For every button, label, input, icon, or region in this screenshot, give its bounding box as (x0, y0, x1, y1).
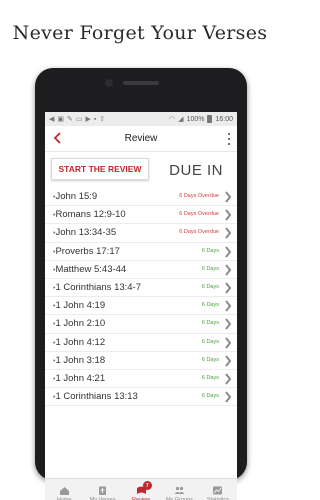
verse-row[interactable]: John 15:9 6 Days Overdue (45, 188, 237, 207)
start-review-button[interactable]: START THE REVIEW (51, 158, 149, 180)
nav-label: Home (56, 496, 72, 500)
notification-icon: ◀ (49, 115, 55, 123)
chevron-right-icon (225, 209, 232, 221)
chevron-right-icon (225, 245, 232, 258)
verse-reference: 1 John 3:18 (53, 355, 105, 366)
nav-label: My Verses (89, 496, 116, 500)
verse-due-status: 6 Days Overdue (179, 193, 219, 199)
verse-reference: Romans 12:9-10 (53, 209, 125, 220)
nav-item-my-groups[interactable]: My Groups (160, 479, 198, 500)
chevron-right-icon (225, 373, 232, 385)
home-icon (59, 486, 69, 495)
verse-row[interactable]: 1 Corinthians 13:13 6 Days (45, 388, 237, 407)
groups-icon (174, 486, 185, 494)
promo-title: Never Forget Your Verses (12, 22, 268, 44)
clock: 16:00 (215, 115, 233, 123)
play-icon: ▶ (85, 115, 91, 123)
verse-row[interactable]: 1 Corinthians 13:4-7 6 Days (45, 279, 237, 298)
chevron-right-icon (225, 264, 232, 276)
verse-row[interactable]: 1 John 4:21 6 Days (45, 370, 237, 389)
chevron-right-icon (225, 355, 232, 367)
verse-reference: Proverbs 17:17 (53, 246, 119, 257)
verse-due-status: 6 Days (201, 338, 219, 345)
image-icon: ▣ (57, 115, 65, 123)
nav-item-statistics[interactable]: Statistics (199, 479, 237, 500)
review-count-badge: 7 (142, 481, 152, 490)
chevron-right-icon (225, 391, 232, 403)
verse-reference: Matthew 5:43-44 (53, 264, 126, 275)
verse-due-status: 6 Days Overdue (179, 229, 219, 236)
app-bar: Review (45, 126, 237, 152)
verse-due-status: 6 Days (201, 302, 219, 309)
verse-row[interactable]: 1 John 2:10 6 Days (45, 315, 237, 334)
upload-icon: ⇧ (99, 115, 106, 123)
verse-row[interactable]: 1 John 3:18 6 Days (45, 352, 237, 370)
status-bar: ◀ ▣ ✎ ▭ ▶ ▪ ⇧ ◠ ◢ 100% 16:00 (45, 112, 237, 126)
camera (105, 79, 113, 87)
chart-icon (213, 486, 223, 494)
chevron-right-icon (225, 191, 232, 203)
verse-row[interactable]: Proverbs 17:17 6 Days (45, 243, 237, 261)
chevron-right-icon (225, 336, 232, 349)
message-icon: ▭ (75, 115, 83, 123)
due-in-header: DUE IN (169, 162, 223, 179)
nav-label: Review (131, 496, 151, 500)
verse-reference: 1 Corinthians 13:4-7 (53, 282, 141, 293)
verse-reference: 1 John 4:12 (53, 337, 105, 348)
chevron-right-icon (225, 227, 232, 239)
verse-reference: 1 Corinthians 13:13 (53, 391, 137, 402)
app-screen: ◀ ▣ ✎ ▭ ▶ ▪ ⇧ ◠ ◢ 100% 16:00 Review STAR… (45, 112, 237, 500)
battery-icon (207, 115, 213, 123)
nav-item-home[interactable]: Home (45, 479, 83, 500)
verse-row[interactable]: 1 John 4:12 6 Days (45, 334, 237, 352)
nav-item-review[interactable]: 7 Review (122, 479, 160, 500)
verse-list: John 15:9 6 Days Overdue Romans 12:9-10 6 D… (45, 188, 237, 407)
signal-icon: ◢ (178, 115, 184, 123)
chevron-right-icon (225, 300, 232, 312)
verse-reference: 1 John 4:21 (53, 373, 105, 384)
verse-due-status: 6 Days (201, 283, 219, 290)
verse-row[interactable]: Romans 12:9-10 6 Days Overdue (45, 206, 237, 225)
verse-reference: 1 John 2:10 (53, 318, 105, 329)
back-arrow-icon[interactable] (51, 131, 65, 145)
speaker (123, 81, 159, 85)
nav-item-my-verses[interactable]: My Verses (83, 479, 121, 500)
verse-due-status: 6 Days (201, 374, 219, 381)
nav-label: My Groups (165, 496, 193, 500)
overflow-menu-icon[interactable] (227, 133, 231, 145)
verse-row[interactable]: 1 John 4:19 6 Days (45, 297, 237, 316)
verse-due-status: 6 Days (201, 356, 219, 363)
phone-frame: ◀ ▣ ✎ ▭ ▶ ▪ ⇧ ◠ ◢ 100% 16:00 Review STAR… (35, 68, 247, 500)
chevron-right-icon (225, 282, 232, 294)
wifi-icon: ◠ (169, 115, 176, 123)
page-title: Review (124, 133, 158, 144)
bottom-navigation: Home My Verses 7 Review My Groups Statistics (45, 478, 237, 500)
verse-due-status: 6 Days Overdue (179, 211, 219, 218)
bible-icon (99, 486, 107, 495)
verse-reference: John 15:9 (53, 191, 97, 202)
verse-reference: 1 John 4:19 (53, 300, 105, 311)
wrench-icon: ✎ (67, 115, 73, 123)
verse-reference: John 13:34-35 (53, 227, 116, 238)
verse-due-status: 6 Days (201, 393, 219, 400)
chevron-right-icon (225, 318, 232, 330)
verse-row[interactable]: John 13:34-35 6 Days Overdue (45, 224, 237, 243)
review-header: START THE REVIEW DUE IN (45, 152, 237, 188)
verse-due-status: 6 Days (201, 265, 219, 272)
lock-icon: ▪ (93, 115, 97, 123)
nav-label: Statistics (206, 496, 229, 500)
verse-due-status: 6 Days (201, 247, 219, 254)
verse-due-status: 6 Days (201, 320, 219, 327)
verse-row[interactable]: Matthew 5:43-44 6 Days (45, 261, 237, 279)
battery-percent: 100% (186, 115, 205, 123)
